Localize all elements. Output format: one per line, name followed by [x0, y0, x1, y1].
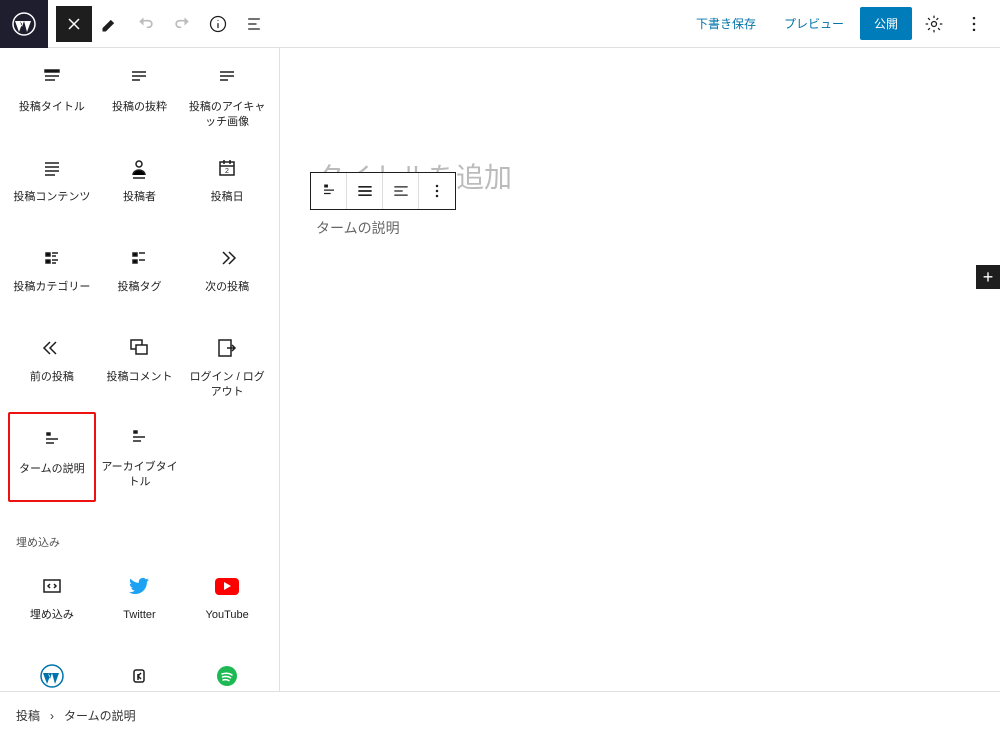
block-inserter-panel: 投稿タイトル 投稿の抜粋 投稿のアイキャッチ画像投稿コンテンツ 投稿者 2 投稿日投稿カテ…	[0, 48, 280, 691]
block-label: 投稿コンテンツ	[13, 190, 90, 205]
date-icon: 2	[215, 156, 239, 180]
block-label: 投稿の抜粋	[112, 100, 167, 115]
soundcloud-icon	[127, 664, 151, 688]
block-item-twitter[interactable]: Twitter	[96, 560, 184, 650]
block-label: 投稿のアイキャッチ画像	[187, 100, 267, 131]
block-item-spotify[interactable]: Spotify	[183, 650, 271, 691]
spotify-icon	[215, 664, 239, 688]
block-item-embed[interactable]: 埋め込み	[8, 560, 96, 650]
block-label: 投稿者	[123, 190, 156, 205]
block-label: 投稿日	[211, 190, 244, 205]
block-label: ログイン / ログアウト	[187, 370, 267, 401]
breadcrumb-current[interactable]: タームの説明	[64, 707, 136, 724]
loginout-icon	[215, 336, 239, 360]
excerpt-icon	[127, 66, 151, 90]
undo-icon[interactable]	[128, 6, 164, 42]
edit-icon[interactable]	[92, 6, 128, 42]
embed-icon	[40, 574, 64, 598]
block-item-author[interactable]: 投稿者	[96, 142, 184, 232]
wordpress-icon	[40, 664, 64, 688]
block-item-archive-title[interactable]: アーカイブタイトル	[96, 412, 184, 502]
block-toolbar	[310, 172, 456, 210]
block-item-date[interactable]: 2 投稿日	[183, 142, 271, 232]
block-item-title[interactable]: 投稿タイトル	[8, 52, 96, 142]
block-item-category[interactable]: 投稿カテゴリー	[8, 232, 96, 322]
align-icon[interactable]	[347, 173, 383, 209]
editor-canvas[interactable]: タイトルを追加 タームの説明 +	[280, 48, 1000, 691]
title-icon	[40, 66, 64, 90]
block-item-loginout[interactable]: ログイン / ログアウト	[183, 322, 271, 412]
featured-icon	[215, 66, 239, 90]
term-description-block[interactable]: タームの説明	[316, 218, 400, 238]
tag-icon	[127, 246, 151, 270]
breadcrumb-separator: ›	[50, 709, 54, 723]
block-more-icon[interactable]	[419, 173, 455, 209]
block-type-icon[interactable]	[311, 173, 347, 209]
block-label: アーカイブタイトル	[100, 460, 180, 491]
block-item-featured[interactable]: 投稿のアイキャッチ画像	[183, 52, 271, 142]
redo-icon[interactable]	[164, 6, 200, 42]
close-inserter-button[interactable]	[56, 6, 92, 42]
block-breadcrumb: 投稿 › タームの説明	[0, 691, 1000, 739]
category-icon	[40, 246, 64, 270]
block-label: 投稿タイトル	[19, 100, 85, 115]
twitter-icon	[127, 574, 151, 598]
block-label: 埋め込み	[30, 608, 74, 623]
block-item-term-desc[interactable]: タームの説明	[8, 412, 96, 502]
embed-section-title: 埋め込み	[0, 518, 279, 556]
content-icon	[40, 156, 64, 180]
publish-button[interactable]: 公開	[860, 7, 912, 40]
more-icon[interactable]	[956, 6, 992, 42]
preview-button[interactable]: プレビュー	[772, 7, 856, 40]
next-icon	[215, 246, 239, 270]
block-item-soundcloud[interactable]: SoundCloud	[96, 650, 184, 691]
block-label: 投稿コメント	[106, 370, 172, 385]
prev-icon	[40, 336, 64, 360]
block-item-tag[interactable]: 投稿タグ	[96, 232, 184, 322]
add-block-button[interactable]: +	[976, 265, 1000, 289]
breadcrumb-root[interactable]: 投稿	[16, 707, 40, 724]
save-draft-button[interactable]: 下書き保存	[684, 7, 768, 40]
comments-icon	[127, 336, 151, 360]
block-label: 前の投稿	[30, 370, 74, 385]
block-label: 次の投稿	[205, 280, 249, 295]
top-toolbar: 下書き保存 プレビュー 公開	[0, 0, 1000, 48]
info-icon[interactable]	[200, 6, 236, 42]
wordpress-logo[interactable]	[0, 0, 48, 48]
block-item-next[interactable]: 次の投稿	[183, 232, 271, 322]
block-label: 投稿カテゴリー	[13, 280, 90, 295]
block-item-prev[interactable]: 前の投稿	[8, 322, 96, 412]
block-item-comments[interactable]: 投稿コメント	[96, 322, 184, 412]
outline-icon[interactable]	[236, 6, 272, 42]
block-item-content[interactable]: 投稿コンテンツ	[8, 142, 96, 232]
term-desc-icon	[40, 428, 64, 452]
text-align-icon[interactable]	[383, 173, 419, 209]
block-item-youtube[interactable]: YouTube	[183, 560, 271, 650]
svg-text:2: 2	[225, 168, 229, 175]
block-label: タームの説明	[19, 462, 85, 477]
block-label: Twitter	[123, 608, 155, 623]
block-label: 投稿タグ	[117, 280, 161, 295]
block-label: YouTube	[206, 608, 249, 623]
youtube-icon	[215, 574, 239, 598]
block-item-wordpress[interactable]: WordPress	[8, 650, 96, 691]
settings-icon[interactable]	[916, 6, 952, 42]
author-icon	[127, 156, 151, 180]
block-item-excerpt[interactable]: 投稿の抜粋	[96, 52, 184, 142]
archive-title-icon	[127, 426, 151, 450]
